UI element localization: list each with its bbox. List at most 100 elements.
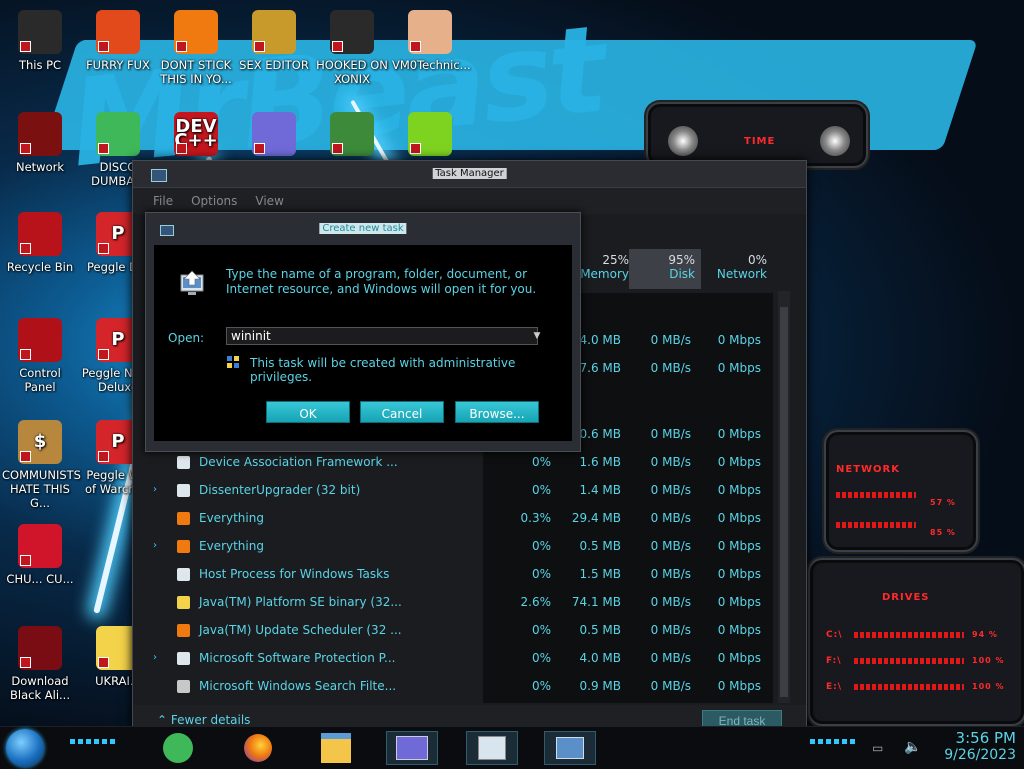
desktop-icon[interactable]: VM0Technic... [392,10,471,72]
table-row[interactable]: Host Process for Windows Tasks 0% 1.5 MB 0 … [133,561,783,589]
desktop-icon[interactable]: $ COMMUNISTS HATE THIS G... [2,420,81,510]
network-bar [836,492,916,498]
shortcut-arrow-icon [20,555,31,566]
browse-button[interactable]: Browse... [455,401,539,423]
cpu-cell: 0% [531,455,551,469]
desktop-icon[interactable]: FURRY FUX [80,10,156,72]
window-icon [177,652,190,665]
desktop-icon[interactable]: DEV C++ [158,112,234,160]
desktop-icon-label: Network [15,160,65,174]
desktop-icon-label: Recycle Bin [6,260,74,274]
taskbar-task-manager[interactable] [466,731,518,765]
scrollbar-thumb[interactable] [780,307,788,697]
disk-cell: 0 MB/s [650,623,691,637]
table-row[interactable]: › Microsoft Software Protection P... 0% 4.0… [133,645,783,673]
desktop-icon[interactable]: This PC [2,10,78,72]
desktop-icon[interactable]: SEX EDITOR [236,10,312,72]
process-list-scrollbar[interactable] [778,291,790,703]
memory-cell: 1.4 MB [579,483,621,497]
table-row[interactable]: › DissenterUpgrader (32 bit) 0% 1.4 MB 0 MB/… [133,477,783,505]
memory-percent: 25% [602,253,629,267]
search-icon [177,540,190,553]
desktop-icon-label: Download Black Ali... [10,674,70,702]
taskbar-firefox[interactable] [232,731,284,765]
shortcut-arrow-icon [254,41,265,52]
taskbar-run-dialog[interactable] [544,731,596,765]
disk-cell: 0 MB/s [650,679,691,693]
disk-cell: 0 MB/s [650,651,691,665]
shortcut-arrow-icon [332,41,343,52]
process-name: Java(TM) Update Scheduler (32 ... [199,623,402,637]
network-cell: 0 Mbps [717,567,761,581]
shortcut-arrow-icon [98,243,109,254]
desktop-icon[interactable] [314,112,390,160]
chevron-right-icon[interactable]: › [153,652,157,663]
column-memory[interactable]: 25% Memory [573,249,635,289]
desktop-icon[interactable]: Download Black Ali... [2,626,78,702]
column-network[interactable]: 0% Network [701,249,773,289]
memory-cell: 4.0 MB [579,651,621,665]
task-manager-title-bar[interactable]: Task Manager [133,161,806,188]
task-manager-icon [151,169,167,182]
java-icon [177,624,190,637]
table-row[interactable]: Everything 0.3% 29.4 MB 0 MB/s 0 Mbps [133,505,783,533]
drive-name: E:\ [826,682,843,692]
ok-button[interactable]: OK [266,401,350,423]
table-row[interactable]: Java(TM) Update Scheduler (32 ... 0% 0.5 M… [133,617,783,645]
disk-label: Disk [669,267,695,281]
dialog-title-bar[interactable]: Create new task [146,213,580,243]
column-disk[interactable]: 95% Disk [629,249,701,289]
desktop-icon[interactable]: Recycle Bin [2,212,78,274]
task-manager-taskbar-icon [478,736,506,760]
fewer-details-button[interactable]: ⌃ Fewer details [157,713,250,727]
shortcut-arrow-icon [98,451,109,462]
table-row[interactable]: › Everything 0% 0.5 MB 0 MB/s 0 Mbps [133,533,783,561]
process-name: Everything [199,539,264,553]
desktop-icon[interactable]: HOOKED ON XONIX [314,10,390,86]
chevron-right-icon[interactable]: › [153,484,157,495]
taskbar-file-explorer[interactable] [310,731,362,765]
window-icon [177,568,190,581]
desktop-icon[interactable]: CHU... CU... [2,524,78,586]
menu-view[interactable]: View [255,194,283,208]
table-row[interactable]: Device Association Framework ... 0% 1.6 MB… [133,449,783,477]
cpu-cell: 0% [531,483,551,497]
shortcut-arrow-icon [332,143,343,154]
disk-cell: 0 MB/s [650,427,691,441]
network-column-label: Network [716,267,767,281]
desktop-icon[interactable]: Network [2,112,78,174]
alien-logo-icon [668,126,698,156]
network-cell: 0 Mbps [717,679,761,693]
menu-options[interactable]: Options [191,194,237,208]
desktop-icon-label: DONT STICK THIS IN YO... [160,58,232,86]
shortcut-arrow-icon [20,41,31,52]
chevron-down-icon[interactable]: ▼ [530,328,544,344]
table-row[interactable]: Java(TM) Platform SE binary (32... 2.6% 74… [133,589,783,617]
process-name: Host Process for Windows Tasks [199,567,390,581]
start-button[interactable] [6,729,44,767]
desktop-icon[interactable] [392,112,468,160]
chevron-right-icon[interactable]: › [153,540,157,551]
taskbar-app[interactable] [386,731,438,765]
cancel-button[interactable]: Cancel [360,401,444,423]
menu-file[interactable]: File [153,194,173,208]
window-icon [177,484,190,497]
desktop-icon[interactable]: DONT STICK THIS IN YO... [158,10,234,86]
desktop-app-icon [18,10,62,54]
taskbar-discord-dumbass[interactable] [152,731,204,765]
desktop-icon[interactable]: Control Panel [2,318,78,394]
flag-icon[interactable]: ▭ [872,741,883,755]
disk-cell: 0 MB/s [650,567,691,581]
system-clock[interactable]: 3:56 PM 9/26/2023 [944,729,1016,763]
desktop-icon[interactable] [236,112,312,160]
process-name: Device Association Framework ... [199,455,398,469]
volume-icon[interactable]: 🔈 [904,739,921,755]
memory-cell: 4.0 MB [579,333,621,347]
clock-date: 9/26/2023 [944,747,1016,763]
drive-percent: 100 % [972,656,1005,665]
taskbar-glow [70,739,115,744]
shortcut-arrow-icon [176,41,187,52]
open-input[interactable] [226,327,538,345]
table-row[interactable]: Microsoft Windows Search Filte... 0% 0.9 M… [133,673,783,701]
admin-shield-icon [227,356,239,368]
